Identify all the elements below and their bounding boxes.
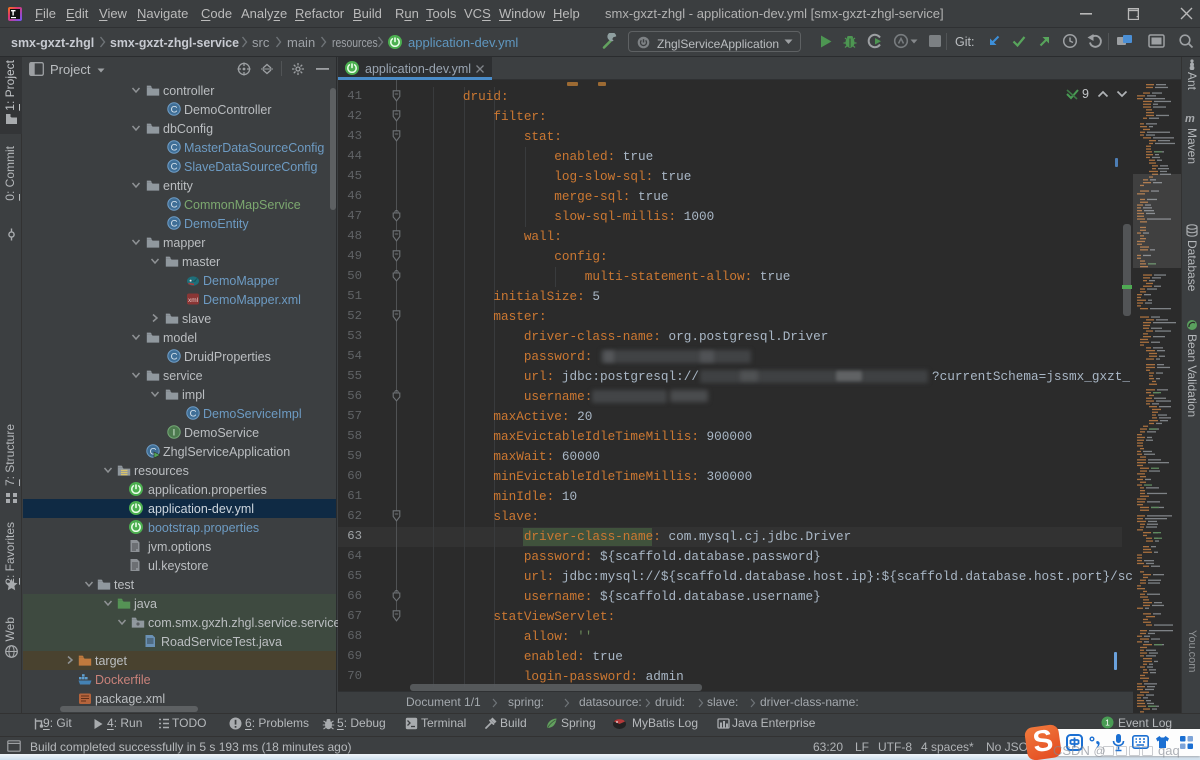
svg-text:I: I [173, 427, 176, 438]
svg-text:1: 1 [1105, 718, 1110, 728]
svg-text:C: C [171, 161, 178, 172]
svg-text:C: C [171, 199, 178, 210]
svg-text:C: C [171, 104, 178, 115]
svg-text:C: C [171, 218, 178, 229]
svg-text:xml: xml [188, 297, 199, 304]
svg-text:C: C [171, 351, 178, 362]
svg-text:C: C [171, 142, 178, 153]
svg-text:C: C [190, 408, 197, 419]
